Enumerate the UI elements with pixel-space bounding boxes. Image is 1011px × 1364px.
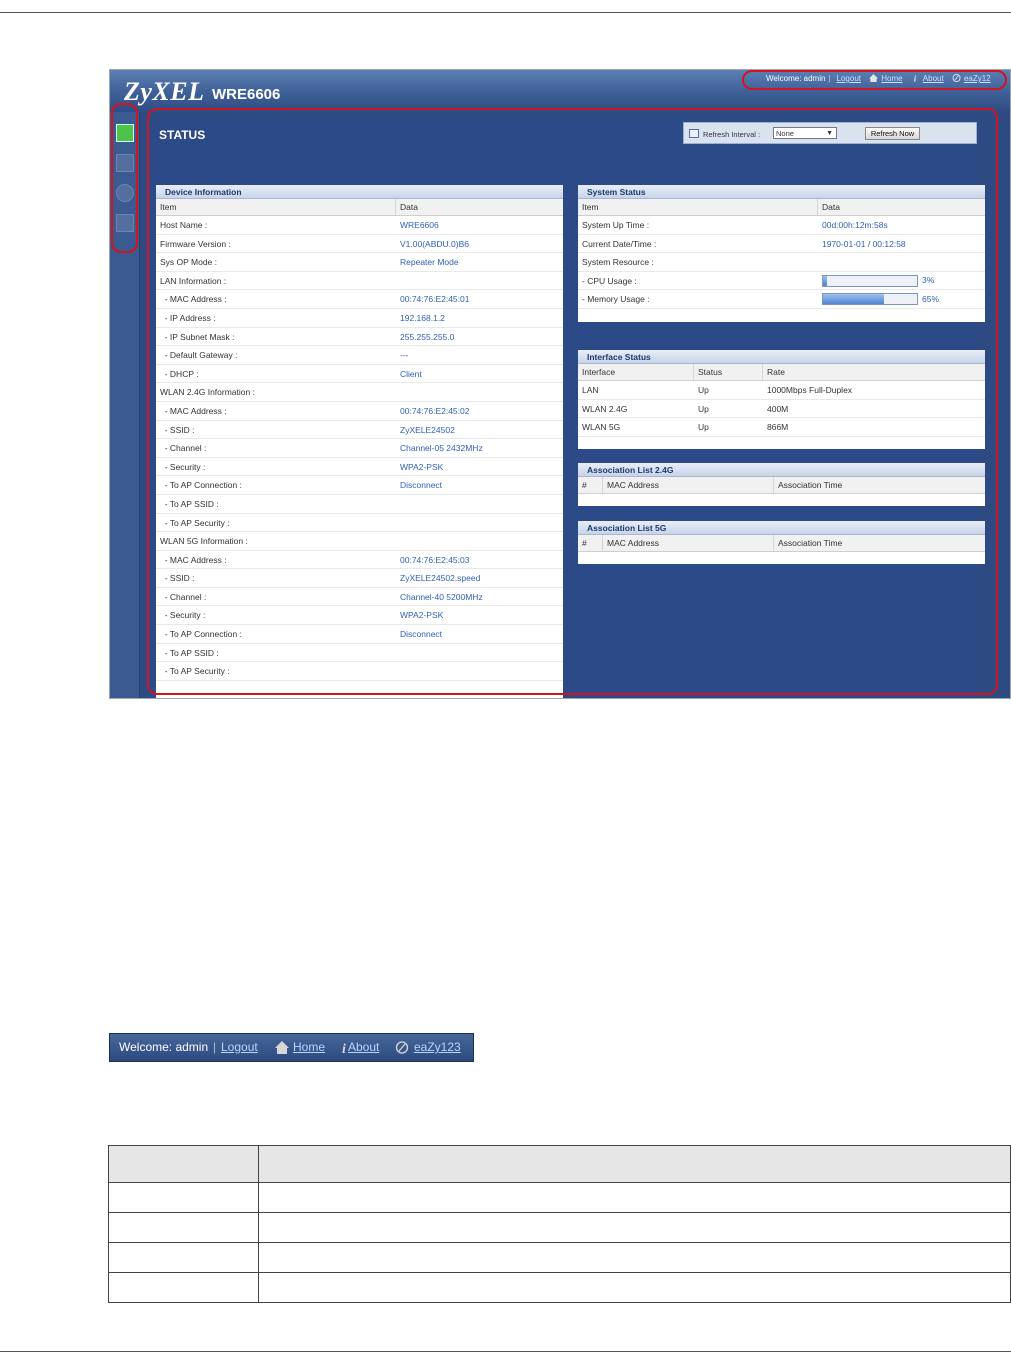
table-cell xyxy=(108,1242,259,1273)
callout-navigation-panel xyxy=(111,103,138,253)
header-cell xyxy=(108,1145,259,1183)
table-cell xyxy=(258,1182,1011,1213)
table-cell xyxy=(108,1182,259,1213)
page-footer-rule xyxy=(0,1351,1011,1352)
table-cell xyxy=(258,1242,1011,1273)
table-row xyxy=(108,1212,1011,1243)
table-cell xyxy=(258,1272,1011,1303)
callout-main-window xyxy=(147,108,998,695)
wizard-icon xyxy=(395,1041,409,1054)
title-bar-links-zoom: Welcome: admin | Logout Home i About eaZ… xyxy=(109,1033,474,1062)
wizard-link[interactable]: eaZy123 xyxy=(414,1040,461,1054)
table-cell xyxy=(108,1272,259,1303)
callout-title-bar xyxy=(742,70,1007,90)
logout-link[interactable]: Logout xyxy=(221,1040,258,1054)
about-link[interactable]: About xyxy=(348,1040,379,1054)
brand-logo: ZyXEL xyxy=(124,77,205,106)
description-table xyxy=(108,1145,1011,1303)
table-row xyxy=(108,1272,1011,1303)
welcome-text: Welcome: admin xyxy=(119,1040,209,1054)
table-row xyxy=(108,1182,1011,1213)
header-cell xyxy=(258,1145,1011,1183)
model-name: WRE6606 xyxy=(212,86,281,103)
home-icon xyxy=(275,1041,289,1054)
separator: | xyxy=(213,1040,217,1054)
home-link[interactable]: Home xyxy=(293,1040,325,1054)
table-header-row xyxy=(108,1145,1011,1183)
table-cell xyxy=(258,1212,1011,1243)
table-cell xyxy=(108,1212,259,1243)
page-header-rule xyxy=(0,12,1011,13)
svg-text:i: i xyxy=(342,1042,346,1054)
table-row xyxy=(108,1242,1011,1273)
